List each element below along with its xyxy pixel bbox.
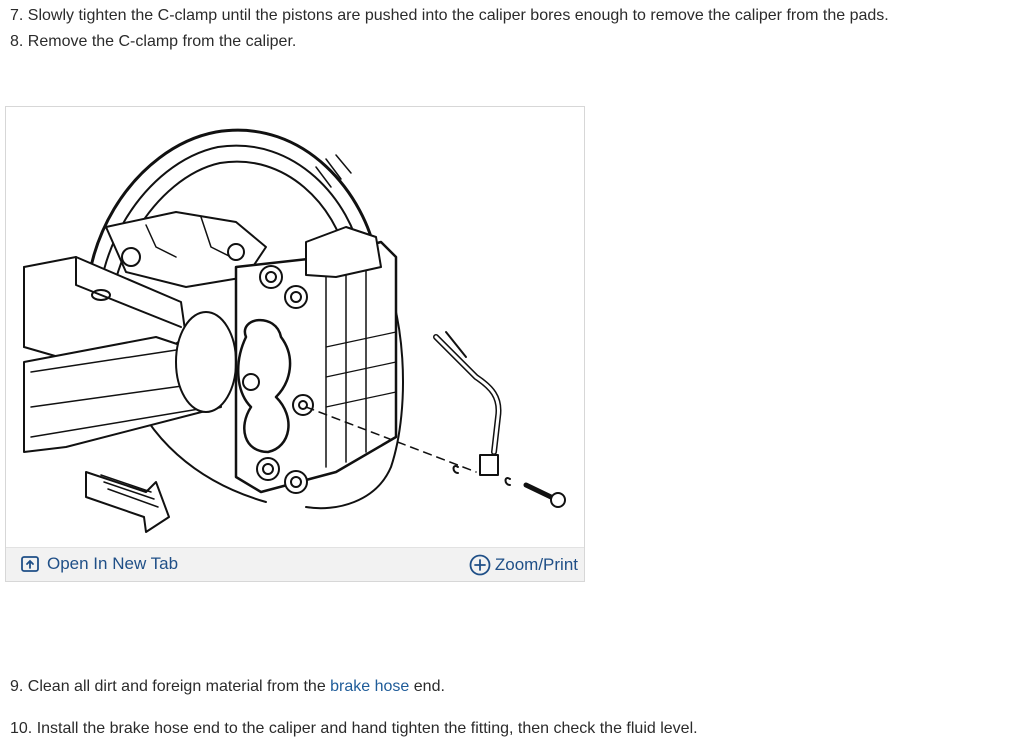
open-in-new-tab-button[interactable]: Open In New Tab bbox=[20, 554, 178, 574]
figure-toolbar: Open In New Tab Zoom/Print bbox=[6, 547, 584, 581]
zoom-print-label: Zoom/Print bbox=[494, 555, 578, 574]
open-in-new-tab-label: Open In New Tab bbox=[47, 554, 179, 573]
step-9-text: 9. Clean all dirt and foreign material f… bbox=[10, 676, 445, 698]
step-9-suffix: end. bbox=[409, 678, 445, 695]
zoom-print-button[interactable]: Zoom/Print bbox=[469, 554, 578, 576]
step-10-text: 10. Install the brake hose end to the ca… bbox=[10, 720, 698, 737]
open-new-tab-icon bbox=[21, 556, 39, 572]
brake-hose-link[interactable]: brake hose bbox=[330, 678, 409, 695]
step-7-text: 7. Slowly tighten the C-clamp until the … bbox=[10, 7, 889, 24]
brake-caliper-illustration[interactable] bbox=[6, 107, 584, 547]
step-8-text: 8. Remove the C-clamp from the caliper. bbox=[10, 33, 297, 50]
plus-circle-icon bbox=[469, 554, 491, 576]
step-9-prefix: 9. Clean all dirt and foreign material f… bbox=[10, 678, 331, 695]
figure-panel: Open In New Tab Zoom/Print bbox=[5, 106, 585, 582]
